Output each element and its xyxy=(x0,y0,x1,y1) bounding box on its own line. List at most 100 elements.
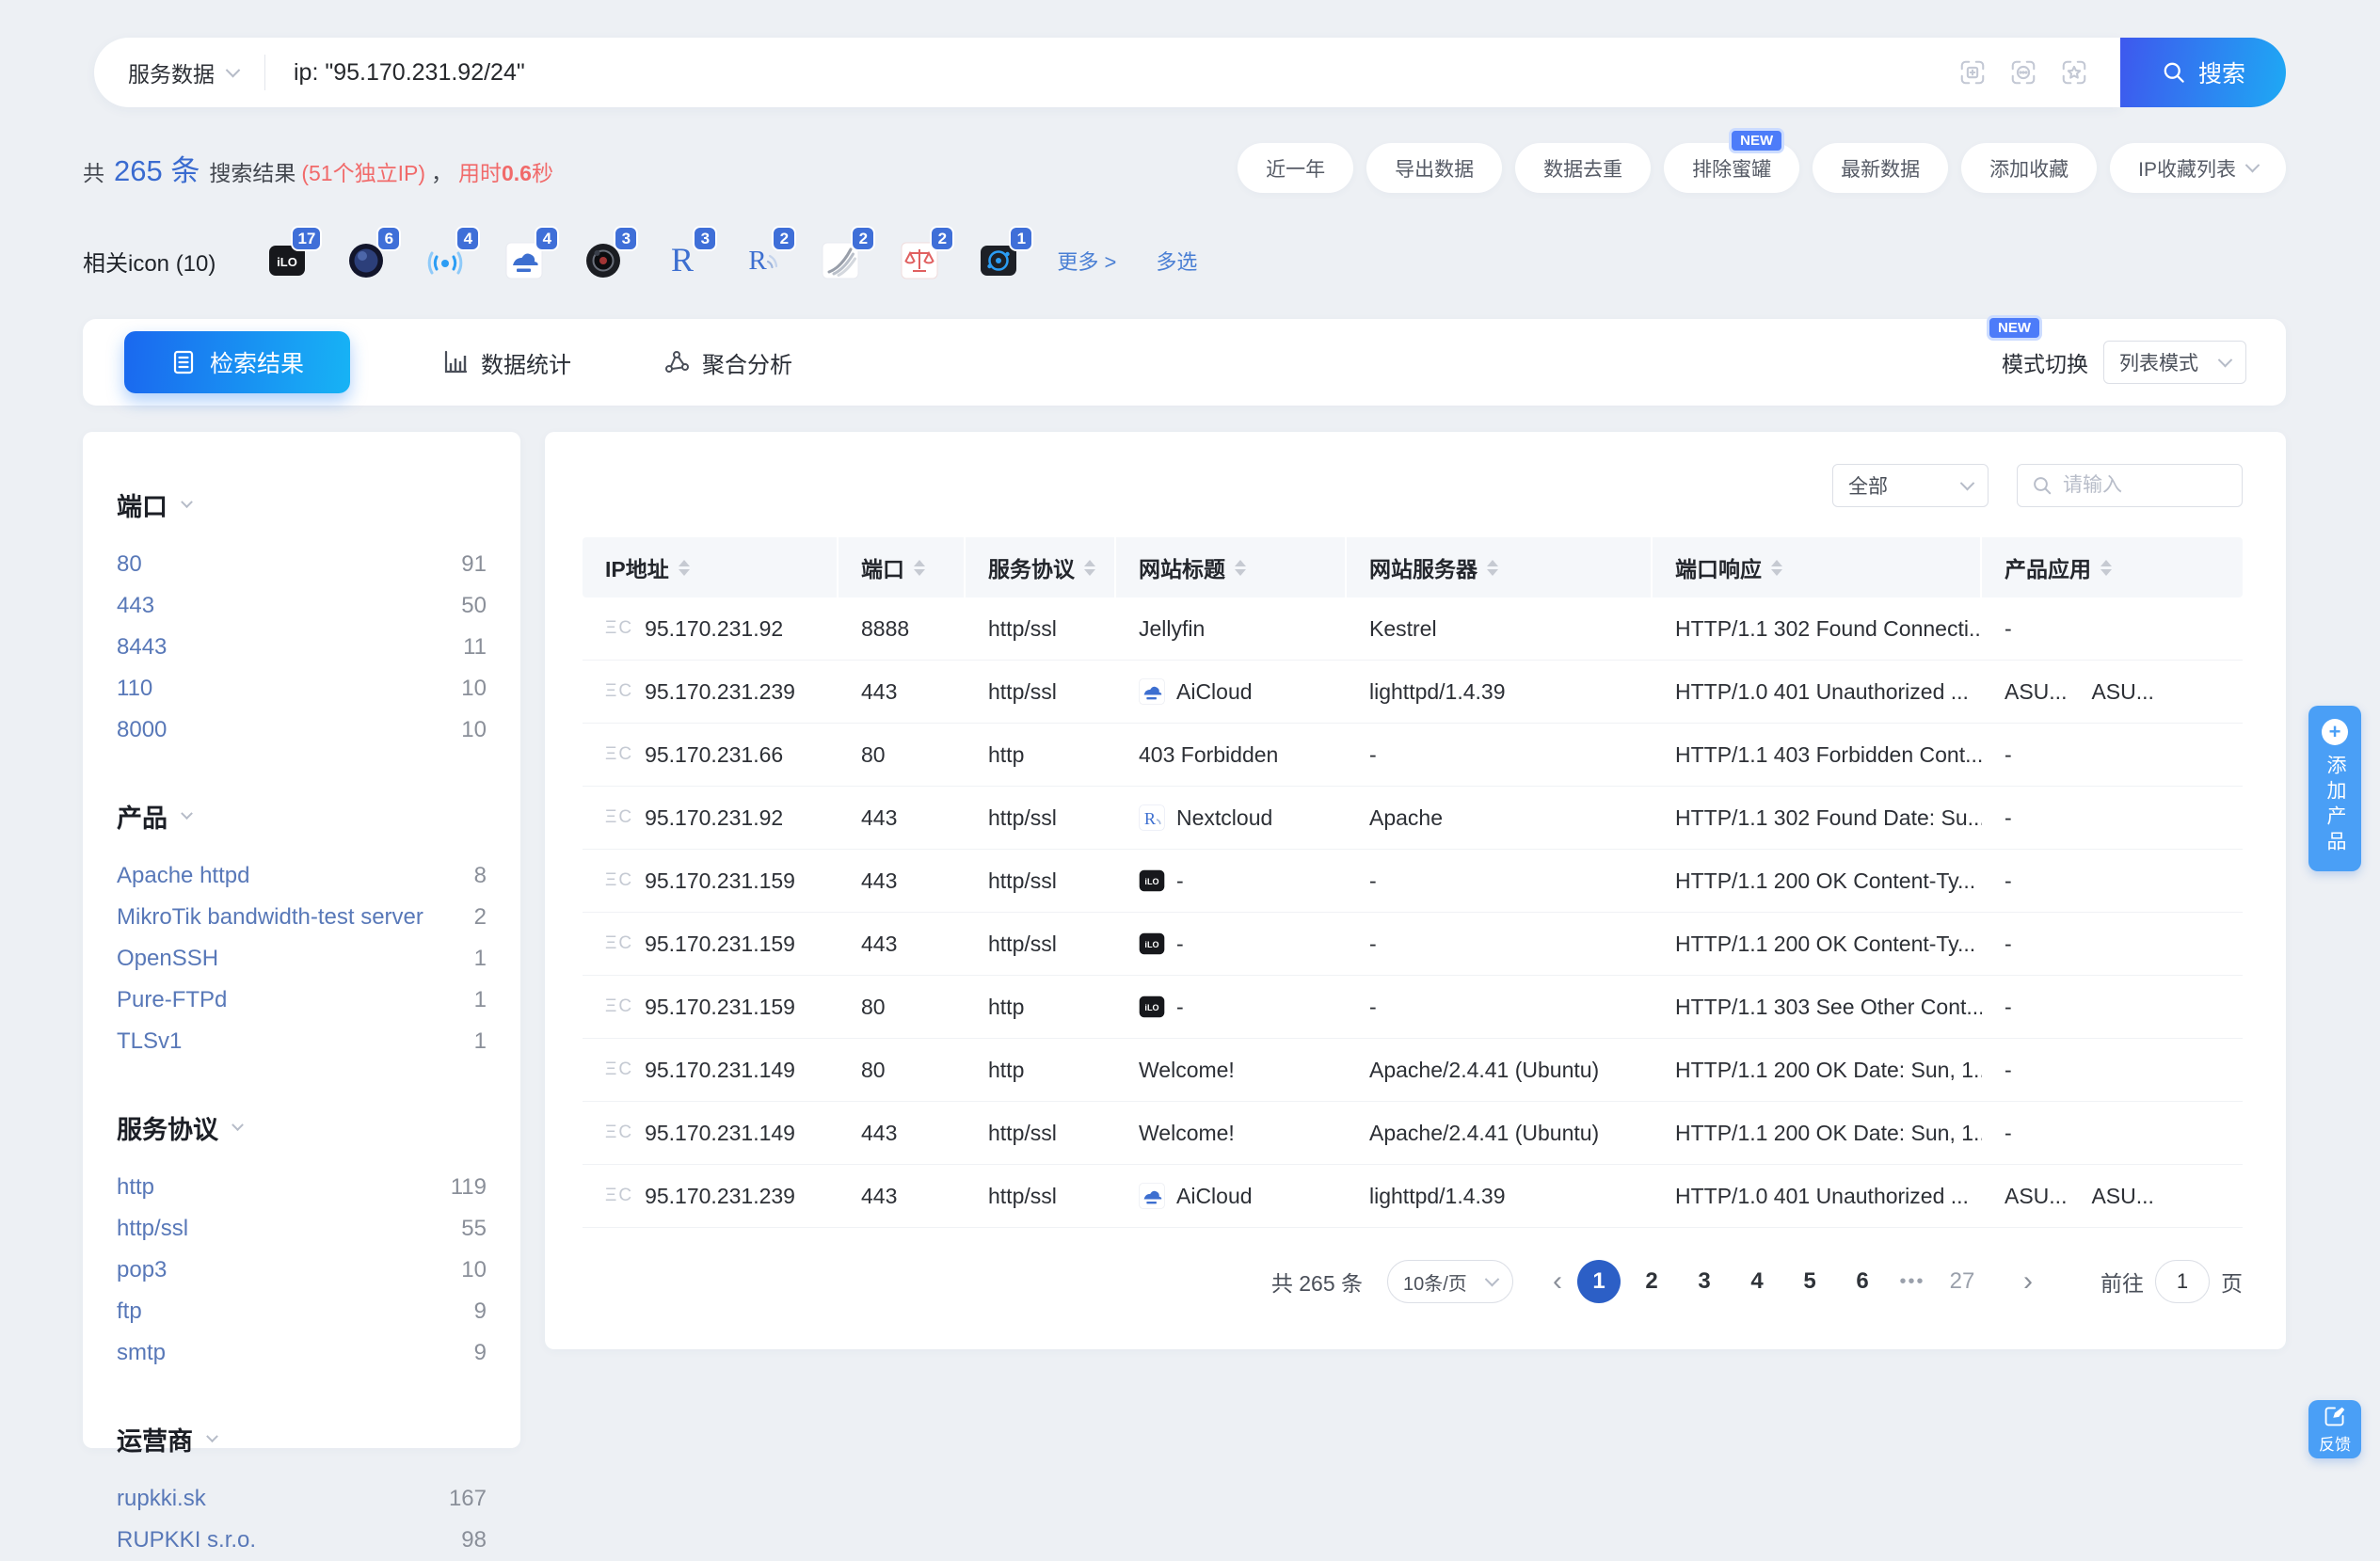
camera-lens-icon[interactable]: 3 xyxy=(584,242,622,279)
filter-link[interactable]: http xyxy=(117,1174,154,1201)
page-button-4[interactable]: 4 xyxy=(1735,1260,1779,1303)
pill-latest-data[interactable]: 最新数据 xyxy=(1813,143,1948,193)
feedback-button[interactable]: 反馈 xyxy=(2308,1400,2361,1458)
per-page-select[interactable]: 10条/页 xyxy=(1387,1260,1513,1303)
row-detail-copy-icon[interactable]: ΞC xyxy=(605,1186,633,1206)
mikrotik-waves-icon[interactable]: 2 xyxy=(822,242,859,279)
filter-link[interactable]: http/ssl xyxy=(117,1216,188,1242)
page-button-5[interactable]: 5 xyxy=(1788,1260,1831,1303)
ip-link[interactable]: 95.170.231.159 xyxy=(645,932,795,957)
page-button-last[interactable]: 27 xyxy=(1941,1260,1984,1303)
scale-icon[interactable]: 2 xyxy=(901,242,938,279)
ip-link[interactable]: 95.170.231.239 xyxy=(645,679,795,705)
product-tag[interactable]: ASU... xyxy=(2091,1184,2153,1209)
filter-link[interactable]: RUPKKI s.r.o. xyxy=(117,1527,256,1553)
filter-link[interactable]: 80 xyxy=(117,551,142,578)
ip-link[interactable]: 95.170.231.159 xyxy=(645,995,795,1020)
table-search-input[interactable] xyxy=(2063,474,2228,497)
tab-data-statistics[interactable]: 数据统计 xyxy=(442,346,571,379)
row-detail-copy-icon[interactable]: ΞC xyxy=(605,744,633,765)
filter-link[interactable]: pop3 xyxy=(117,1257,167,1283)
sort-caret-icon[interactable] xyxy=(914,560,925,576)
sort-caret-icon[interactable] xyxy=(1487,560,1498,576)
tab-aggregate-analysis[interactable]: 聚合分析 xyxy=(663,346,792,379)
row-detail-copy-icon[interactable]: ΞC xyxy=(605,681,633,702)
column-header-1[interactable]: 端口 xyxy=(839,537,966,597)
sort-caret-icon[interactable] xyxy=(679,560,690,576)
sort-caret-icon[interactable] xyxy=(1084,560,1095,576)
mode-select[interactable]: 列表模式 xyxy=(2103,341,2246,384)
row-detail-copy-icon[interactable]: ΞC xyxy=(605,996,633,1017)
filter-link[interactable]: Apache httpd xyxy=(117,863,249,889)
r-letter-icon[interactable]: R3 xyxy=(663,242,701,279)
pill-ip-favorites[interactable]: IP收藏列表 xyxy=(2110,143,2286,193)
wifi-signal-icon[interactable]: 4 xyxy=(426,242,464,279)
filter-link[interactable]: MikroTik bandwidth-test server xyxy=(117,904,423,931)
ip-link[interactable]: 95.170.231.92 xyxy=(645,805,783,831)
sort-caret-icon[interactable] xyxy=(1771,560,1782,576)
page-button-1[interactable]: 1 xyxy=(1577,1260,1621,1303)
search-button[interactable]: 搜索 xyxy=(2120,38,2286,107)
page-ellipsis[interactable]: ••• xyxy=(1893,1271,1931,1293)
next-page-button[interactable]: › xyxy=(2008,1267,2048,1296)
sort-caret-icon[interactable] xyxy=(2100,560,2112,576)
asus-cloud-icon[interactable]: 4 xyxy=(505,242,543,279)
row-detail-copy-icon[interactable]: ΞC xyxy=(605,1059,633,1080)
filter-section-title-3[interactable]: 运营商 xyxy=(117,1421,487,1457)
tab-search-results[interactable]: 检索结果 xyxy=(124,331,350,393)
ip-link[interactable]: 95.170.231.239 xyxy=(645,1184,795,1209)
page-button-6[interactable]: 6 xyxy=(1841,1260,1884,1303)
search-input[interactable] xyxy=(265,59,1958,87)
ip-link[interactable]: 95.170.231.149 xyxy=(645,1058,795,1083)
row-detail-copy-icon[interactable]: ΞC xyxy=(605,618,633,639)
page-button-2[interactable]: 2 xyxy=(1630,1260,1673,1303)
filter-section-title-1[interactable]: 产品 xyxy=(117,798,487,835)
collect-query-star-icon[interactable] xyxy=(2060,58,2088,87)
filter-link[interactable]: OpenSSH xyxy=(117,946,218,972)
pill-export-data[interactable]: 导出数据 xyxy=(1366,143,1502,193)
network-node-icon[interactable]: 1 xyxy=(980,242,1017,279)
ip-link[interactable]: 95.170.231.149 xyxy=(645,1121,795,1146)
column-filter-select[interactable]: 全部 xyxy=(1832,464,1989,507)
pill-exclude-honeypot[interactable]: 排除蜜罐NEW xyxy=(1664,143,1799,193)
column-header-6[interactable]: 产品应用 xyxy=(1982,537,2243,597)
ip-link[interactable]: 95.170.231.92 xyxy=(645,616,783,642)
filter-link[interactable]: 8000 xyxy=(117,717,167,743)
product-tag[interactable]: ASU... xyxy=(2091,679,2153,705)
filter-link[interactable]: ftp xyxy=(117,1298,142,1325)
column-header-5[interactable]: 端口响应 xyxy=(1653,537,1982,597)
filter-section-title-2[interactable]: 服务协议 xyxy=(117,1109,487,1146)
row-detail-copy-icon[interactable]: ΞC xyxy=(605,870,633,891)
product-tag[interactable]: ASU... xyxy=(2005,679,2067,705)
more-link[interactable]: 更多 > xyxy=(1057,246,1116,276)
filter-link[interactable]: 443 xyxy=(117,593,154,619)
filter-section-title-0[interactable]: 端口 xyxy=(117,486,487,523)
r-signal-icon[interactable]: R2 xyxy=(743,242,780,279)
ip-link[interactable]: 95.170.231.66 xyxy=(645,742,783,768)
filter-link[interactable]: smtp xyxy=(117,1340,166,1366)
filter-link[interactable]: rupkki.sk xyxy=(117,1486,206,1512)
add-product-button[interactable]: + 添加产品 xyxy=(2308,706,2361,871)
column-header-3[interactable]: 网站标题 xyxy=(1116,537,1347,597)
multi-select-link[interactable]: 多选 xyxy=(1156,246,1197,276)
search-category-select[interactable]: 服务数据 xyxy=(94,56,264,88)
goto-page-input[interactable] xyxy=(2155,1260,2210,1303)
ilo-icon[interactable]: iLO17 xyxy=(268,242,306,279)
filter-link[interactable]: Pure-FTPd xyxy=(117,987,227,1013)
page-button-3[interactable]: 3 xyxy=(1683,1260,1726,1303)
sort-caret-icon[interactable] xyxy=(1235,560,1246,576)
column-header-2[interactable]: 服务协议 xyxy=(966,537,1116,597)
pill-deduplicate[interactable]: 数据去重 xyxy=(1515,143,1651,193)
filter-link[interactable]: 110 xyxy=(117,676,152,702)
pill-add-favorite[interactable]: 添加收藏 xyxy=(1961,143,2097,193)
column-header-0[interactable]: IP地址 xyxy=(583,537,839,597)
filter-link[interactable]: TLSv1 xyxy=(117,1028,182,1055)
product-tag[interactable]: ASU... xyxy=(2005,1184,2067,1209)
prev-page-button[interactable]: ‹ xyxy=(1538,1267,1577,1296)
filter-link[interactable]: 8443 xyxy=(117,634,167,661)
row-detail-copy-icon[interactable]: ΞC xyxy=(605,1123,633,1143)
row-detail-copy-icon[interactable]: ΞC xyxy=(605,933,633,954)
batch-search-icon[interactable] xyxy=(1958,58,1987,87)
row-detail-copy-icon[interactable]: ΞC xyxy=(605,807,633,828)
ip-link[interactable]: 95.170.231.159 xyxy=(645,868,795,894)
